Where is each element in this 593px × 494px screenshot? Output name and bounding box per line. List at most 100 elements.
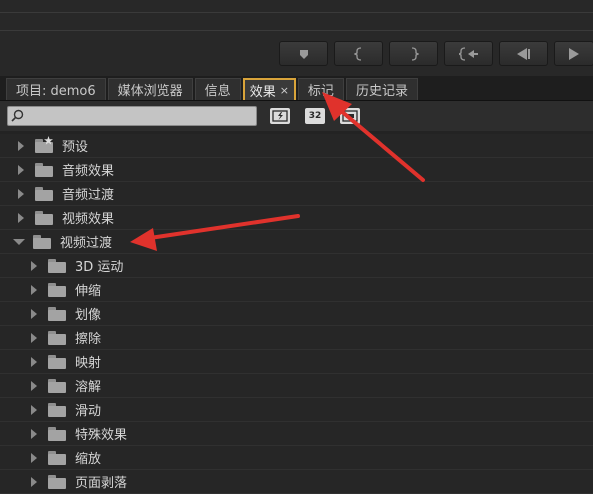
- program-monitor-controls: [0, 0, 593, 76]
- tree-item-label: 页面剥落: [75, 476, 128, 491]
- tab-info[interactable]: 信息: [194, 78, 241, 100]
- tab-effects[interactable]: 效果 ×: [242, 78, 296, 100]
- tree-item-iris[interactable]: 划像: [0, 302, 593, 326]
- folder-icon: [48, 282, 66, 297]
- tree-item-label: 擦除: [75, 332, 102, 347]
- folder-icon: [48, 426, 66, 441]
- accelerated-effects-button[interactable]: [270, 108, 290, 124]
- tree-item-label: 划像: [75, 308, 102, 323]
- folder-icon: [48, 402, 66, 417]
- marker-icon: [299, 49, 308, 59]
- preset-folder-icon: [35, 135, 53, 153]
- folder-icon: [33, 234, 51, 249]
- 32-bit-label: 32: [308, 111, 322, 121]
- tree-item-video-effects[interactable]: 视频效果: [0, 206, 593, 230]
- collapse-arrow-icon[interactable]: [13, 236, 25, 248]
- tab-label: 媒体浏览器: [117, 84, 183, 99]
- folder-icon: [48, 306, 66, 321]
- step-back-icon: [516, 47, 530, 60]
- folder-icon: [48, 330, 66, 345]
- tree-item-stretch[interactable]: 伸缩: [0, 278, 593, 302]
- tree-item-label: 特殊效果: [75, 428, 128, 443]
- out-point-icon: [411, 46, 419, 61]
- tree-item-label: 预设: [62, 140, 89, 155]
- tree-item-audio-effects[interactable]: 音频效果: [0, 158, 593, 182]
- go-to-in-button[interactable]: [444, 41, 493, 66]
- expand-arrow-icon[interactable]: [15, 164, 27, 176]
- expand-arrow-icon[interactable]: [28, 260, 40, 272]
- mark-out-button[interactable]: [389, 41, 438, 66]
- expand-arrow-icon[interactable]: [28, 428, 40, 440]
- effects-tree: 预设 音频效果 音频过渡 视频效果 视频过渡 3D 运动 伸缩 划像 擦除 映射…: [0, 134, 593, 494]
- folder-icon: [35, 186, 53, 201]
- tree-item-audio-transitions[interactable]: 音频过渡: [0, 182, 593, 206]
- expand-arrow-icon[interactable]: [28, 308, 40, 320]
- tree-item-video-transitions[interactable]: 视频过渡: [0, 230, 593, 254]
- expand-arrow-icon[interactable]: [28, 452, 40, 464]
- 32-bit-effects-button[interactable]: 32: [305, 108, 325, 124]
- tab-label: 信息: [204, 84, 231, 99]
- folder-icon: [48, 450, 66, 465]
- tree-item-special-effect[interactable]: 特殊效果: [0, 422, 593, 446]
- folder-icon: [35, 210, 53, 225]
- step-back-button[interactable]: [499, 41, 548, 66]
- add-marker-button[interactable]: [279, 41, 328, 66]
- tab-label: 标记: [307, 84, 334, 99]
- expand-arrow-icon[interactable]: [28, 380, 40, 392]
- folder-icon: [48, 474, 66, 489]
- expand-arrow-icon[interactable]: [28, 476, 40, 488]
- play-icon: [569, 47, 579, 60]
- expand-arrow-icon[interactable]: [28, 404, 40, 416]
- tree-item-wipe[interactable]: 擦除: [0, 326, 593, 350]
- play-button[interactable]: [554, 41, 593, 66]
- tree-item-label: 视频效果: [62, 212, 115, 227]
- yuv-effects-button[interactable]: [340, 108, 360, 124]
- folder-icon: [48, 258, 66, 273]
- tree-item-presets[interactable]: 预设: [0, 134, 593, 158]
- folder-icon: [48, 354, 66, 369]
- tree-item-3d-motion[interactable]: 3D 运动: [0, 254, 593, 278]
- go-to-in-icon: [458, 46, 478, 61]
- tree-item-dissolve[interactable]: 溶解: [0, 374, 593, 398]
- yuv-effects-icon: [342, 110, 358, 122]
- tab-media-browser[interactable]: 媒体浏览器: [107, 78, 193, 100]
- close-tab-button[interactable]: ×: [280, 84, 289, 97]
- panel-tab-bar: 项目: demo6 媒体浏览器 信息 效果 × 标记 历史记录: [0, 76, 593, 101]
- tree-item-zoom[interactable]: 缩放: [0, 446, 593, 470]
- search-icon: [11, 109, 24, 122]
- divider: [0, 30, 593, 31]
- expand-arrow-icon[interactable]: [28, 356, 40, 368]
- expand-arrow-icon[interactable]: [28, 332, 40, 344]
- tree-item-label: 音频效果: [62, 164, 115, 179]
- tree-item-page-peel[interactable]: 页面剥落: [0, 470, 593, 494]
- expand-arrow-icon[interactable]: [15, 188, 27, 200]
- expand-arrow-icon[interactable]: [15, 140, 27, 152]
- in-point-icon: [353, 46, 361, 61]
- accelerated-effects-icon: [272, 110, 288, 122]
- tree-item-label: 视频过渡: [60, 236, 113, 251]
- tab-markers[interactable]: 标记: [297, 78, 344, 100]
- tab-project[interactable]: 项目: demo6: [6, 78, 106, 100]
- mark-in-button[interactable]: [334, 41, 383, 66]
- tree-item-label: 滑动: [75, 404, 102, 419]
- tree-item-map[interactable]: 映射: [0, 350, 593, 374]
- tree-item-label: 3D 运动: [75, 260, 124, 275]
- tree-item-label: 伸缩: [75, 284, 102, 299]
- effects-search-bar: 32: [0, 101, 593, 131]
- expand-arrow-icon[interactable]: [28, 284, 40, 296]
- tab-label: 效果: [249, 84, 276, 100]
- tree-item-label: 溶解: [75, 380, 102, 395]
- transport-bar: [279, 41, 593, 66]
- tree-item-label: 缩放: [75, 452, 102, 467]
- tab-label: 历史记录: [355, 84, 408, 99]
- expand-arrow-icon[interactable]: [15, 212, 27, 224]
- tree-item-slide[interactable]: 滑动: [0, 398, 593, 422]
- tree-item-label: 音频过渡: [62, 188, 115, 203]
- tab-label: 项目: demo6: [16, 84, 96, 99]
- folder-icon: [35, 162, 53, 177]
- search-input[interactable]: [7, 106, 257, 126]
- divider: [0, 12, 593, 13]
- tab-history[interactable]: 历史记录: [345, 78, 418, 100]
- folder-icon: [48, 378, 66, 393]
- tree-item-label: 映射: [75, 356, 102, 371]
